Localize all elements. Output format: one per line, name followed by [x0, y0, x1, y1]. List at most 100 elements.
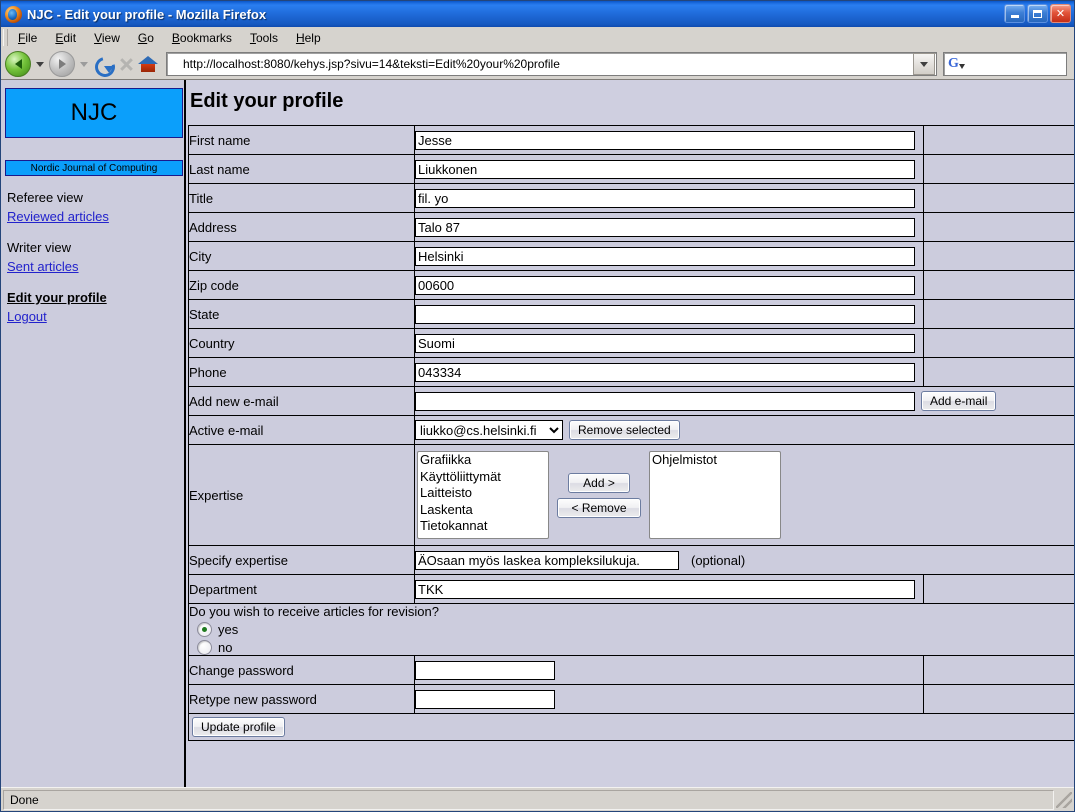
back-button[interactable] [5, 51, 31, 77]
sidebar-item-reviewed-articles[interactable]: Reviewed articles [7, 207, 184, 226]
label-country: Country [188, 328, 415, 358]
cell-last-name [414, 154, 924, 184]
list-item[interactable]: Laitteisto [418, 485, 548, 502]
table-row: City [188, 241, 1074, 271]
back-arrow-icon [5, 51, 31, 77]
google-icon: G [948, 56, 959, 71]
cell-zip-code [414, 270, 924, 300]
menu-help-label: elp [304, 30, 321, 45]
title-input[interactable] [415, 188, 915, 208]
radio-yes-icon[interactable] [197, 622, 212, 637]
list-item[interactable]: Laskenta [418, 502, 548, 519]
expertise-selected-list[interactable]: Ohjelmistot [649, 451, 781, 539]
state-input[interactable] [415, 304, 915, 324]
spacer-cell [923, 154, 1074, 184]
spacer-cell [923, 655, 1074, 685]
expertise-available-list[interactable]: Grafiikka Käyttöliittymät Laitteisto Las… [417, 451, 549, 539]
minimize-button[interactable] [1004, 4, 1025, 23]
reload-button[interactable] [93, 53, 115, 75]
cell-expertise: Grafiikka Käyttöliittymät Laitteisto Las… [414, 444, 1074, 546]
page-title: Edit your profile [190, 90, 344, 112]
menu-edit[interactable]: Edit [46, 29, 85, 47]
resize-grip-icon[interactable] [1056, 791, 1072, 808]
revision-yes-option[interactable]: yes [189, 622, 1074, 637]
spacer-cell [923, 212, 1074, 242]
spacer-cell [923, 299, 1074, 329]
add-email-button[interactable]: Add e-mail [921, 391, 997, 411]
cell-country [414, 328, 924, 358]
sidebar-item-edit-your-profile[interactable]: Edit your profile [7, 288, 184, 307]
list-item[interactable]: Grafiikka [418, 452, 548, 469]
address-bar-dropdown[interactable] [913, 53, 935, 75]
cell-department [414, 574, 924, 604]
change-password-input[interactable] [415, 660, 555, 680]
city-input[interactable] [415, 246, 915, 266]
table-row: Update profile [188, 713, 1074, 741]
first-name-input[interactable] [415, 130, 915, 150]
address-bar[interactable]: http://localhost:8080/kehys.jsp?sivu=14&… [166, 52, 937, 76]
sidebar: NJC Nordic Journal of Computing Referee … [1, 80, 186, 787]
menu-tools[interactable]: Tools [241, 29, 287, 47]
zip-code-input[interactable] [415, 275, 915, 295]
retype-password-input[interactable] [415, 689, 555, 709]
main-panel: Edit your profile First name Last name [186, 80, 1074, 787]
last-name-input[interactable] [415, 159, 915, 179]
cell-phone [414, 357, 924, 387]
status-text: Done [3, 789, 1054, 810]
revision-no-option[interactable]: no [189, 640, 1074, 655]
table-row: Phone [188, 357, 1074, 387]
table-row: Title [188, 183, 1074, 213]
close-icon: ✕ [1055, 7, 1066, 20]
njc-subtitle: Nordic Journal of Computing [5, 160, 183, 176]
search-input[interactable] [964, 56, 1066, 72]
close-button[interactable]: ✕ [1050, 4, 1071, 23]
label-address: Address [188, 212, 415, 242]
menu-bookmarks[interactable]: Bookmarks [163, 29, 241, 47]
menu-go[interactable]: Go [129, 29, 163, 47]
search-bar[interactable]: G [943, 52, 1067, 76]
menu-view[interactable]: View [85, 29, 129, 47]
remove-expertise-button[interactable]: < Remove [557, 497, 641, 518]
radio-no-icon[interactable] [197, 640, 212, 655]
reload-icon [93, 53, 115, 75]
label-first-name: First name [188, 125, 415, 155]
spacer-cell [923, 684, 1074, 714]
specify-expertise-input[interactable] [415, 550, 679, 570]
list-item[interactable]: Ohjelmistot [650, 452, 780, 469]
label-add-new-email: Add new e-mail [188, 386, 415, 416]
back-history-chevron-down-icon[interactable] [36, 61, 44, 67]
forward-arrow-icon [49, 51, 75, 77]
add-email-input[interactable] [415, 391, 915, 411]
label-change-password: Change password [188, 655, 415, 685]
address-input[interactable] [415, 217, 915, 237]
update-profile-button[interactable]: Update profile [192, 717, 285, 737]
menu-help-accel: H [295, 30, 305, 45]
remove-selected-email-button[interactable]: Remove selected [569, 420, 680, 440]
menu-bookmarks-accel: B [171, 30, 180, 45]
department-input[interactable] [415, 579, 915, 599]
sidebar-item-logout[interactable]: Logout [7, 307, 184, 326]
list-item[interactable]: Tietokannat [418, 518, 548, 535]
maximize-button[interactable] [1027, 4, 1048, 23]
specify-expertise-hint: (optional) [691, 552, 746, 568]
table-row: Active e-mail liukko@cs.helsinki.fi Remo… [188, 415, 1074, 445]
revision-no-label: no [218, 640, 233, 655]
table-row: Specify expertise (optional) [188, 545, 1074, 575]
add-expertise-button[interactable]: Add > [568, 472, 630, 493]
spacer-cell [923, 183, 1074, 213]
stop-icon [116, 54, 136, 74]
list-item[interactable]: Käyttöliittymät [418, 469, 548, 486]
sidebar-item-sent-articles[interactable]: Sent articles [7, 257, 184, 276]
spacer-cell [923, 241, 1074, 271]
home-button[interactable] [137, 54, 159, 74]
sidebar-group-referee: Referee view Reviewed articles [5, 188, 184, 226]
active-email-select[interactable]: liukko@cs.helsinki.fi [415, 420, 563, 440]
table-row: Change password [188, 655, 1074, 685]
country-input[interactable] [415, 333, 915, 353]
cell-address [414, 212, 924, 242]
cell-add-new-email: Add e-mail [414, 386, 1074, 416]
menu-file[interactable]: File [9, 29, 46, 47]
table-row: Add new e-mail Add e-mail [188, 386, 1074, 416]
phone-input[interactable] [415, 362, 915, 382]
menu-help[interactable]: Help [287, 29, 330, 47]
